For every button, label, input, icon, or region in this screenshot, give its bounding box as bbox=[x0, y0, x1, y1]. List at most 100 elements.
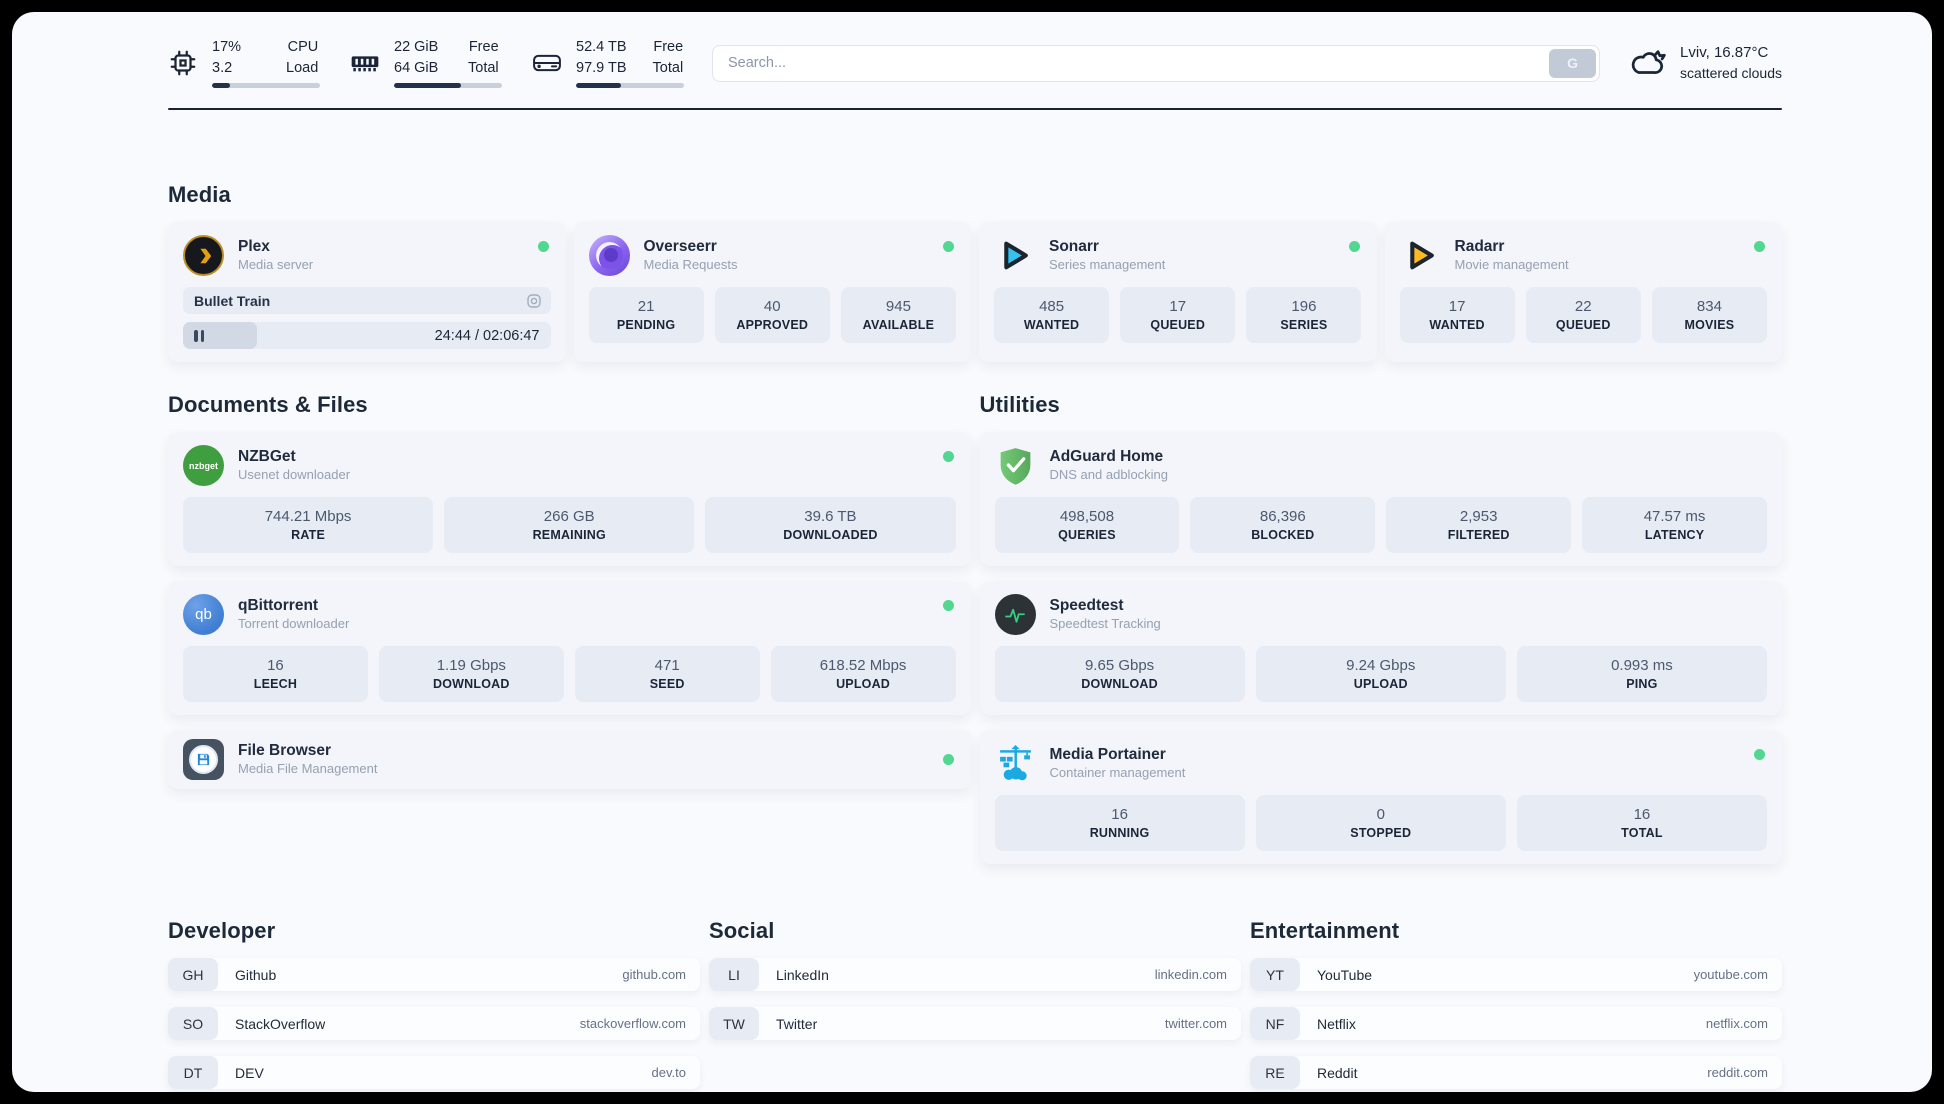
link-url: github.com bbox=[622, 967, 686, 982]
link-row-twitter[interactable]: TW Twitter twitter.com bbox=[709, 1007, 1241, 1040]
section-title-entertainment: Entertainment bbox=[1250, 918, 1400, 943]
link-url: reddit.com bbox=[1707, 1065, 1768, 1080]
section-title-developer: Developer bbox=[168, 918, 276, 943]
link-abbr: YT bbox=[1250, 958, 1300, 991]
app-description: Speedtest Tracking bbox=[1049, 615, 1161, 631]
cpu-icon bbox=[170, 50, 196, 76]
link-url: twitter.com bbox=[1164, 1016, 1227, 1031]
link-row-linkedin[interactable]: LI LinkedIn linkedin.com bbox=[709, 958, 1241, 991]
stat-approved: 40 APPROVED bbox=[714, 287, 830, 343]
link-row-youtube[interactable]: YT YouTube youtube.com bbox=[1250, 958, 1782, 991]
app-name: Radarr bbox=[1454, 238, 1505, 256]
pause-icon[interactable] bbox=[194, 329, 204, 342]
link-abbr: NF bbox=[1250, 1007, 1300, 1040]
section-title-social: Social bbox=[709, 918, 775, 943]
app-card-filebrowser[interactable]: File Browser Media File Management bbox=[168, 730, 971, 789]
status-dot bbox=[537, 241, 549, 252]
link-name: Reddit bbox=[1317, 1064, 1358, 1081]
link-row-stackoverflow[interactable]: SO StackOverflow stackoverflow.com bbox=[168, 1007, 700, 1040]
status-dot bbox=[942, 754, 954, 765]
stat-stopped: 0 STOPPED bbox=[1255, 795, 1506, 851]
link-name: Twitter bbox=[776, 1015, 818, 1032]
status-dot bbox=[943, 241, 954, 252]
stat-queued: 22 QUEUED bbox=[1525, 287, 1641, 343]
app-card-sonarr[interactable]: Sonarr Series management 485 WANTED 17 Q… bbox=[979, 222, 1377, 362]
disk-free-value: 52.4 TB bbox=[576, 39, 627, 56]
cpu-load-value: 3.2 bbox=[212, 59, 233, 76]
app-name: NZBGet bbox=[238, 448, 296, 466]
link-name: Netflix bbox=[1317, 1015, 1356, 1032]
sonarr-icon bbox=[994, 235, 1035, 276]
app-card-portainer[interactable]: Media Portainer Container management 16 … bbox=[979, 730, 1782, 864]
app-name: Sonarr bbox=[1049, 238, 1099, 256]
app-card-plex[interactable]: Plex Media server Bullet Train 24:44 / 0… bbox=[168, 222, 566, 362]
app-name: Speedtest bbox=[1049, 597, 1124, 615]
dashboard-page: 17% 3.2 CPU Load 22 GiB 64 GiB Free Tota… bbox=[12, 12, 1932, 1092]
link-row-dev[interactable]: DT DEV dev.to bbox=[168, 1056, 700, 1089]
app-card-qbittorrent[interactable]: qb qBittorrent Torrent downloader 16 LEE… bbox=[168, 581, 971, 715]
app-card-radarr[interactable]: Radarr Movie management 17 WANTED 22 QUE… bbox=[1384, 222, 1782, 362]
developer-section: Developer GH Github github.com SO StackO… bbox=[168, 918, 700, 1092]
status-dot bbox=[1754, 241, 1765, 252]
weather-condition: scattered clouds bbox=[1680, 64, 1782, 81]
plex-icon bbox=[183, 235, 224, 276]
link-abbr: TW bbox=[709, 1007, 759, 1040]
cpu-metric: 17% 3.2 CPU Load bbox=[168, 38, 320, 88]
app-name: Plex bbox=[238, 238, 270, 256]
link-abbr: GH bbox=[168, 958, 218, 991]
portainer-icon bbox=[995, 743, 1036, 784]
status-dot bbox=[942, 600, 954, 611]
link-name: Github bbox=[235, 966, 277, 983]
app-card-overseerr[interactable]: Overseerr Media Requests 21 PENDING 40 A… bbox=[573, 222, 971, 362]
stat-latency: 47.57 ms LATENCY bbox=[1582, 497, 1767, 553]
link-url: netflix.com bbox=[1705, 1016, 1768, 1031]
link-url: dev.to bbox=[651, 1065, 686, 1080]
disk-total-label: Total bbox=[652, 59, 684, 76]
playback-progress-bar[interactable]: 24:44 / 02:06:47 bbox=[183, 322, 551, 349]
stat-running: 16 RUNNING bbox=[994, 795, 1245, 851]
search-input[interactable] bbox=[712, 44, 1601, 82]
stat-downloaded: 39.6 TB DOWNLOADED bbox=[705, 497, 956, 553]
link-row-reddit[interactable]: RE Reddit reddit.com bbox=[1250, 1056, 1782, 1089]
documents-column: Documents & Files nzbget NZBGet Usenet d… bbox=[168, 392, 971, 789]
cpu-load-label: Load bbox=[286, 59, 319, 76]
memory-total-value: 64 GiB bbox=[394, 59, 439, 76]
link-abbr: LI bbox=[709, 958, 759, 991]
link-abbr: RE bbox=[1250, 1056, 1300, 1089]
app-card-speedtest[interactable]: Speedtest Speedtest Tracking 9.65 Gbps D… bbox=[979, 581, 1782, 715]
link-name: StackOverflow bbox=[235, 1015, 326, 1032]
stat-download: 1.19 Gbps DOWNLOAD bbox=[378, 646, 564, 702]
cpu-usage-label: CPU bbox=[287, 39, 319, 56]
link-row-github[interactable]: GH Github github.com bbox=[168, 958, 700, 991]
search-bar: G bbox=[712, 44, 1601, 82]
section-title-documents: Documents & Files bbox=[168, 392, 368, 417]
app-card-nzbget[interactable]: nzbget NZBGet Usenet downloader 744.21 M… bbox=[168, 432, 971, 566]
link-row-netflix[interactable]: NF Netflix netflix.com bbox=[1250, 1007, 1782, 1040]
now-playing-row: Bullet Train bbox=[183, 287, 551, 314]
now-playing-title: Bullet Train bbox=[194, 292, 271, 309]
stat-available: 945 AVAILABLE bbox=[840, 287, 956, 343]
stat-total: 16 TOTAL bbox=[1516, 795, 1767, 851]
memory-metric: 22 GiB 64 GiB Free Total bbox=[350, 38, 502, 88]
link-abbr: SO bbox=[168, 1007, 218, 1040]
ram-icon bbox=[351, 56, 379, 72]
link-abbr: DT bbox=[168, 1056, 218, 1089]
stat-queued: 17 QUEUED bbox=[1120, 287, 1236, 343]
search-engine-button[interactable]: G bbox=[1549, 48, 1597, 78]
app-name: Overseerr bbox=[643, 238, 717, 256]
status-dot bbox=[942, 451, 954, 462]
adguard-icon bbox=[995, 445, 1036, 486]
stat-series: 196 SERIES bbox=[1246, 287, 1362, 343]
link-url: youtube.com bbox=[1693, 967, 1768, 982]
section-title-media: Media bbox=[168, 182, 231, 207]
stat-leech: 16 LEECH bbox=[183, 646, 368, 702]
cloud-icon bbox=[1631, 50, 1666, 74]
overseerr-icon bbox=[588, 235, 630, 276]
video-icon bbox=[526, 293, 541, 308]
stat-upload: 9.24 Gbps UPLOAD bbox=[1255, 646, 1506, 702]
app-card-adguard[interactable]: AdGuard Home DNS and adblocking 498,508 … bbox=[979, 432, 1782, 566]
media-grid: Plex Media server Bullet Train 24:44 / 0… bbox=[168, 222, 1782, 362]
stat-blocked: 86,396 BLOCKED bbox=[1190, 497, 1376, 553]
filebrowser-icon bbox=[183, 739, 224, 780]
stat-upload: 618.52 Mbps UPLOAD bbox=[770, 646, 956, 702]
